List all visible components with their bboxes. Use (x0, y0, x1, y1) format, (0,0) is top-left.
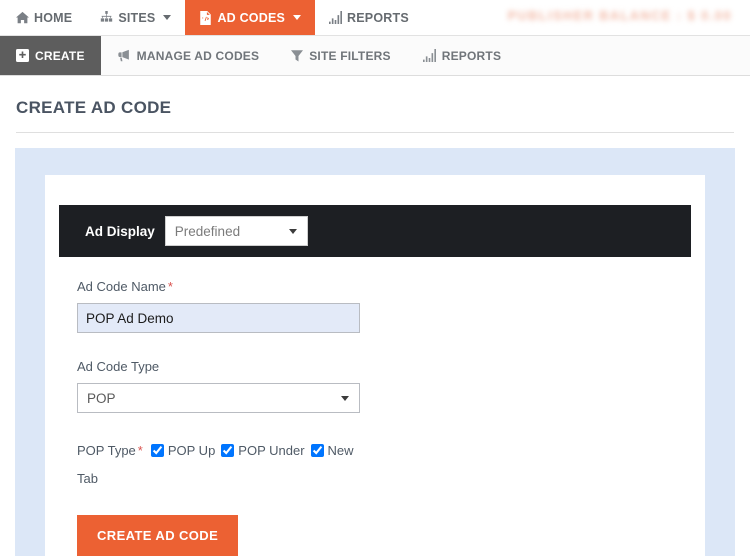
ad-display-value: Predefined (174, 223, 241, 239)
chevron-down-icon (341, 396, 349, 401)
pop-up-label: POP Up (167, 443, 216, 458)
required-marker: * (167, 279, 173, 294)
ad-display-label: Ad Display (85, 223, 155, 239)
nav-item-sites[interactable]: SITES (86, 0, 185, 35)
nav-item-label: AD CODES (217, 10, 286, 25)
filter-icon (291, 49, 304, 62)
nav-item-label: REPORTS (347, 10, 409, 25)
form-outer-container: Ad Display Predefined Ad Code Name* Ad C… (15, 148, 735, 556)
ad-code-name-label: Ad Code Name * (77, 279, 691, 294)
ad-code-name-input[interactable] (77, 303, 360, 333)
form-fields: Ad Code Name* Ad Code Type POP POP Type*… (59, 257, 691, 556)
subnav-item-label: SITE FILTERS (309, 48, 391, 63)
subnav-item-label: REPORTS (441, 48, 502, 63)
checkbox-new-tab[interactable] (310, 444, 324, 457)
ad-code-type-value: POP (87, 390, 116, 406)
plus-square-icon (16, 49, 29, 62)
page-title: CREATE AD CODE (16, 98, 734, 133)
page-header: CREATE AD CODE (0, 76, 750, 133)
bar-chart-icon (422, 49, 436, 62)
nav-item-label: HOME (34, 10, 73, 25)
subnav-item-site-filters[interactable]: SITE FILTERS (275, 36, 407, 75)
pop-type-row: POP Type * POP Up POP Under New Tab (77, 437, 377, 493)
chevron-down-icon (293, 15, 302, 20)
pop-under-label: POP Under (238, 443, 305, 458)
required-marker: * (137, 443, 143, 458)
pop-type-label: POP Type * (77, 443, 143, 458)
megaphone-icon (117, 49, 131, 62)
sitemap-icon (100, 11, 113, 24)
chevron-down-icon (288, 229, 297, 234)
secondary-navigation-bar: CREATE MANAGE AD CODES SITE FILTERS REPO… (0, 36, 750, 76)
subnav-item-create[interactable]: CREATE (0, 36, 101, 75)
nav-item-label: SITES (118, 10, 156, 25)
form-card: Ad Display Predefined Ad Code Name* Ad C… (45, 175, 705, 556)
ad-code-type-label: Ad Code Type (77, 359, 160, 374)
chevron-down-icon (163, 15, 172, 20)
nav-item-ad-codes[interactable]: AD CODES (185, 0, 316, 35)
ad-code-type-select[interactable]: POP (77, 383, 360, 413)
ad-display-select[interactable]: Predefined (164, 216, 308, 246)
subnav-item-label: MANAGE AD CODES (136, 48, 260, 63)
subnav-item-label: CREATE (35, 48, 85, 63)
nav-item-home[interactable]: HOME (0, 0, 86, 35)
nav-item-reports[interactable]: REPORTS (315, 0, 423, 35)
checkbox-pop-under[interactable] (221, 444, 235, 457)
bar-chart-icon (329, 11, 343, 24)
home-icon (16, 11, 29, 24)
create-ad-code-button[interactable]: CREATE AD CODE (77, 515, 239, 556)
checkbox-pop-up[interactable] (150, 444, 164, 457)
subnav-item-reports[interactable]: REPORTS (407, 36, 517, 75)
subnav-item-manage-ad-codes[interactable]: MANAGE AD CODES (101, 36, 276, 75)
file-code-icon (199, 10, 212, 25)
ad-code-name-label-text: Ad Code Name (77, 279, 166, 294)
top-navigation-bar: HOME SITES AD CODES REPORTS PUBLISHER BA… (0, 0, 750, 36)
publisher-balance: PUBLISHER BALANCE : $ 0.00 (507, 9, 732, 23)
pop-type-label-text: POP Type (77, 443, 136, 458)
ad-display-bar: Ad Display Predefined (59, 205, 691, 257)
